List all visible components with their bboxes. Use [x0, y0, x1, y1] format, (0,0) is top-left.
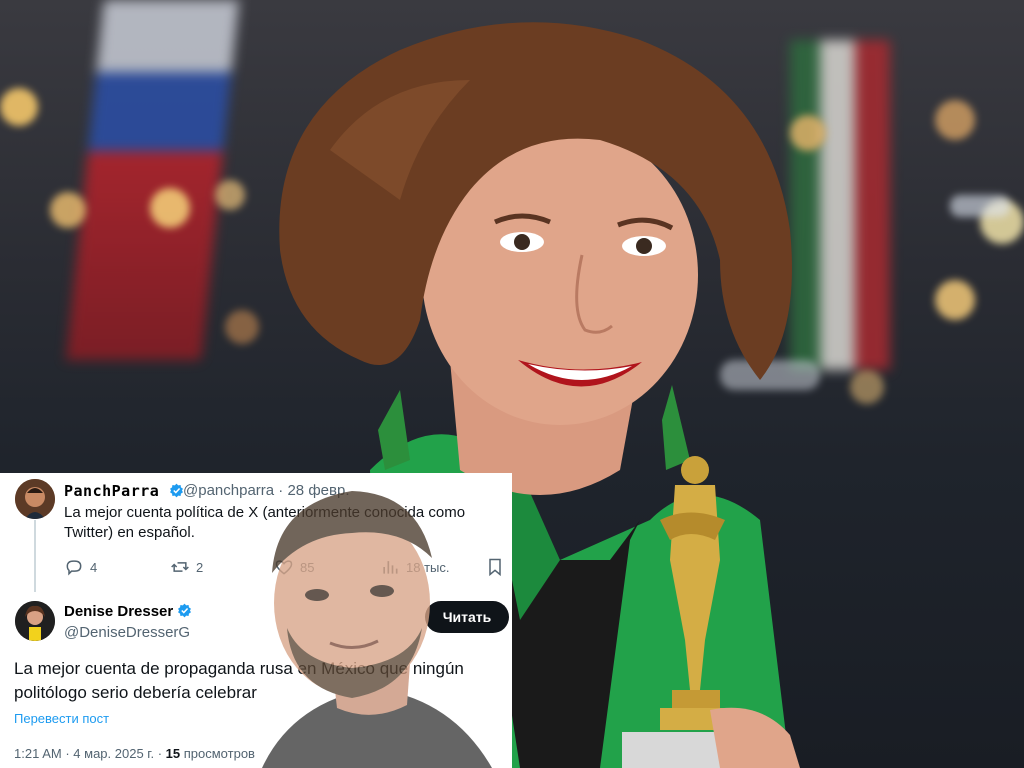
reply-count: 4	[90, 559, 98, 575]
repost-button[interactable]: 2	[170, 557, 203, 577]
tweet2-views-count: 15	[165, 746, 181, 761]
meta-separator: ·	[65, 746, 70, 761]
man-right-eye	[370, 585, 394, 597]
repost-count: 2	[196, 559, 204, 575]
verified-badge-icon	[178, 603, 192, 618]
display-name-text: PanchParra	[64, 482, 160, 500]
translate-post-link[interactable]: Перевести пост	[14, 711, 109, 726]
tweet1-display-name[interactable]: PanchParra	[64, 482, 184, 500]
tweet2-time[interactable]: 1:21 AM	[14, 746, 62, 761]
man-portrait-overlay	[262, 491, 492, 768]
thread-connector-line	[34, 520, 36, 592]
repost-icon	[171, 562, 189, 572]
tweet2-display-name[interactable]: Denise Dresser	[64, 603, 192, 620]
display-name-text: Denise Dresser	[64, 603, 174, 620]
meme-image: PanchParra @panchparra · 28 февр. La mej…	[0, 0, 1024, 768]
avatar-face-icon	[15, 479, 55, 519]
meta-separator: ·	[157, 746, 163, 761]
reply-icon	[66, 560, 82, 576]
tweet2-handle[interactable]: @DeniseDresserG	[64, 624, 190, 641]
reply-button[interactable]: 4	[64, 557, 97, 577]
avatar-face-icon	[15, 601, 55, 641]
panchparra-avatar[interactable]	[15, 479, 55, 519]
left-earring	[378, 390, 410, 470]
left-pupil	[514, 234, 530, 250]
verified-badge-icon	[169, 483, 183, 498]
hand	[710, 707, 800, 768]
man-left-eye	[305, 589, 329, 601]
denise-dresser-avatar[interactable]	[15, 601, 55, 641]
tweet2-date[interactable]: 4 мар. 2025 г.	[73, 746, 154, 761]
tweet2-footer: 1:21 AM · 4 мар. 2025 г. · 15 просмотров	[14, 746, 255, 761]
right-pupil	[636, 238, 652, 254]
right-earring	[662, 385, 690, 470]
